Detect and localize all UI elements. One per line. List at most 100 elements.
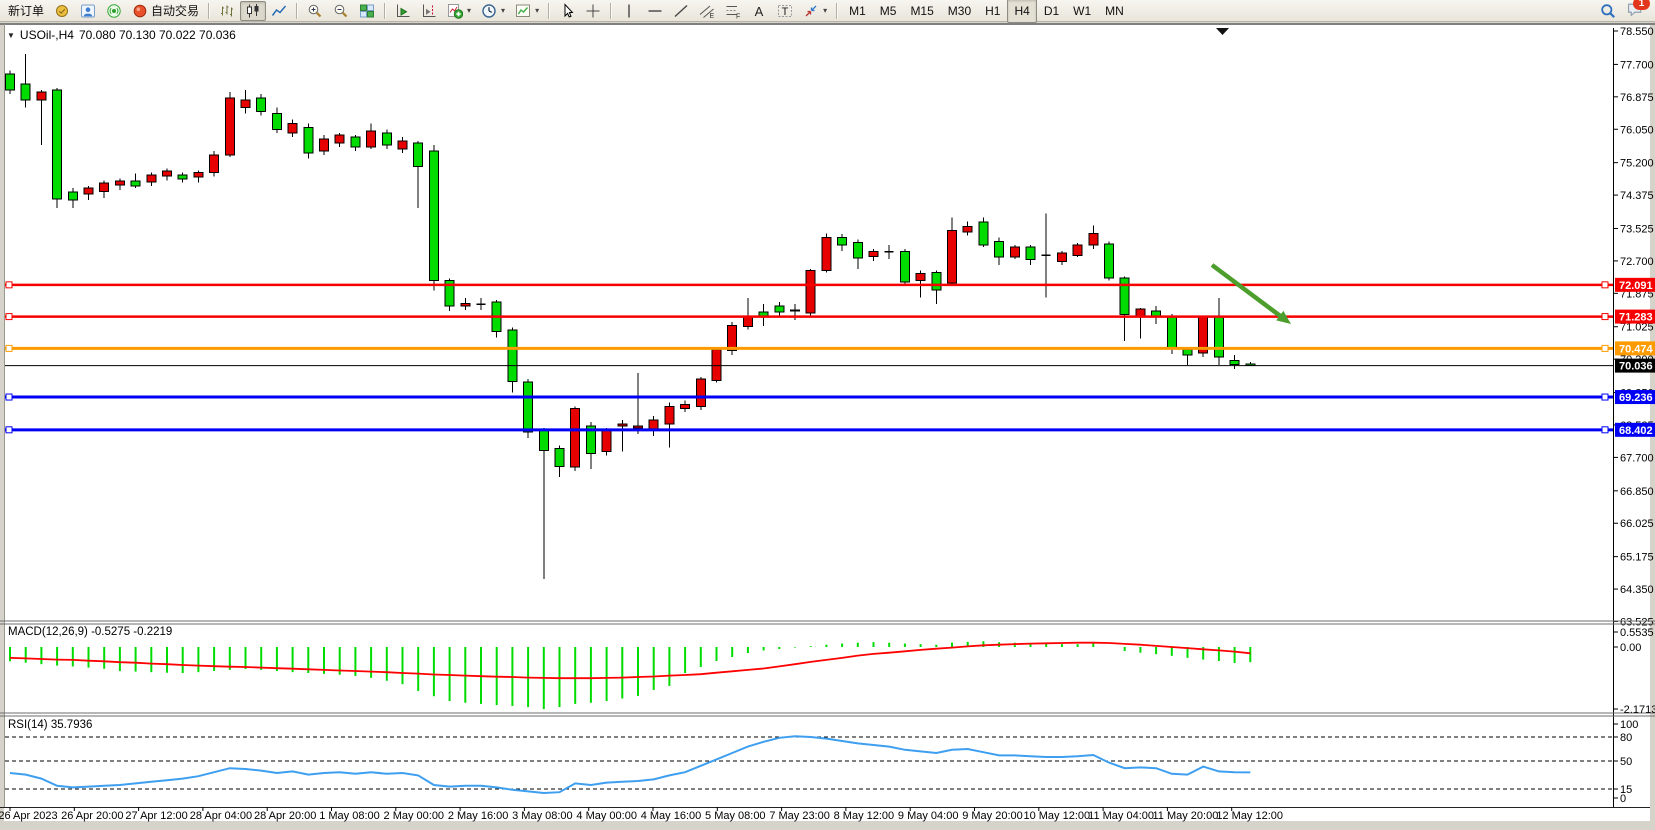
horizontal-line-object[interactable]: 72.091 (5, 278, 1655, 292)
cursor-icon (559, 3, 575, 19)
autotrading-button-label: 自动交易 (151, 2, 199, 19)
svg-text:27 Apr 12:00: 27 Apr 12:00 (125, 810, 187, 822)
auto-scroll-button[interactable] (390, 1, 416, 21)
timeframe-w1-button[interactable]: W1 (1066, 0, 1098, 23)
new-order-button[interactable]: 新订单 (3, 1, 49, 21)
autotrade-icon (132, 3, 148, 19)
svg-text:80: 80 (1620, 732, 1632, 744)
text-button[interactable]: A (746, 1, 772, 21)
svg-text:66.850: 66.850 (1620, 486, 1654, 498)
fibo-icon: F (725, 3, 741, 19)
symbol-menu-icon[interactable]: ▼ (7, 31, 15, 40)
timeframe-h4-button[interactable]: H4 (1007, 0, 1036, 23)
zoom-in-icon (307, 3, 323, 19)
toolbar-separator (548, 3, 550, 19)
zoom-in-button[interactable] (302, 1, 328, 21)
signal-button[interactable] (101, 1, 127, 21)
profile-icon (80, 3, 96, 19)
vertical-line-button[interactable] (616, 1, 642, 21)
svg-text:8 May 12:00: 8 May 12:00 (834, 810, 895, 822)
text-label-button[interactable]: T (772, 1, 798, 21)
toolbar-separator (384, 3, 386, 19)
tiles-icon (359, 3, 375, 19)
clock-icon (481, 3, 497, 19)
autotrading-button[interactable]: 自动交易 (127, 1, 204, 21)
svg-text:E: E (710, 13, 715, 19)
template-icon (515, 3, 531, 19)
timeframe-d1-button[interactable]: D1 (1037, 0, 1066, 23)
svg-text:66.025: 66.025 (1620, 518, 1654, 530)
svg-text:7 May 23:00: 7 May 23:00 (769, 810, 830, 822)
svg-text:28 Apr 04:00: 28 Apr 04:00 (190, 810, 252, 822)
timeframe-mn-button[interactable]: MN (1098, 0, 1131, 23)
toolbar-separator (296, 3, 298, 19)
new-order-button-label: 新订单 (8, 2, 44, 19)
search-button[interactable] (1595, 1, 1621, 21)
cursor-button[interactable] (554, 1, 580, 21)
templates-button[interactable]: ▾ (510, 1, 544, 21)
chart-canvas[interactable]: 78.55077.70076.87576.05075.20074.37573.5… (0, 24, 1655, 825)
horizontal-line-object[interactable]: 70.474 (5, 341, 1655, 355)
rsi-line (10, 736, 1250, 793)
zoom-out-icon (333, 3, 349, 19)
equidistant-channel-button[interactable]: E (694, 1, 720, 21)
svg-text:A: A (755, 4, 764, 19)
vline-icon (621, 3, 637, 19)
chart-shift-marker[interactable] (1216, 28, 1229, 35)
svg-text:28 Apr 20:00: 28 Apr 20:00 (254, 810, 316, 822)
periods-button[interactable]: ▾ (476, 1, 510, 21)
timeframe-h1-button[interactable]: H1 (978, 0, 1007, 23)
horizontal-line-object[interactable]: 70.036 (5, 359, 1655, 373)
bar-chart-button[interactable] (214, 1, 240, 21)
horizontal-line-object[interactable]: 69.236 (5, 390, 1655, 404)
svg-text:0: 0 (1620, 793, 1626, 805)
line-chart-button[interactable] (266, 1, 292, 21)
trendline-icon (673, 3, 689, 19)
svg-text:4 May 16:00: 4 May 16:00 (641, 810, 702, 822)
timeframe-m5-button[interactable]: M5 (873, 0, 904, 23)
gold-seal-button[interactable] (49, 1, 75, 21)
shapes-icon (803, 3, 819, 19)
chart-title-ohlc: 70.080 70.130 70.022 70.036 (79, 28, 236, 42)
svg-text:26 Apr 20:00: 26 Apr 20:00 (61, 810, 123, 822)
trendline-button[interactable] (668, 1, 694, 21)
profile-button[interactable] (75, 1, 101, 21)
fibonacci-button[interactable]: F (720, 1, 746, 21)
horizontal-line-button[interactable] (642, 1, 668, 21)
candlestick-chart-button[interactable] (240, 1, 266, 21)
svg-text:1 May 08:00: 1 May 08:00 (319, 810, 380, 822)
timeframe-m15-button[interactable]: M15 (903, 0, 940, 23)
horizontal-line-object[interactable]: 71.283 (5, 310, 1655, 324)
svg-text:70.036: 70.036 (1619, 361, 1653, 373)
labelT-icon: T (777, 3, 793, 19)
svg-text:-2.1713: -2.1713 (1620, 704, 1655, 716)
crosshair-button[interactable] (580, 1, 606, 21)
svg-text:70.474: 70.474 (1619, 343, 1654, 355)
svg-text:68.402: 68.402 (1619, 425, 1653, 437)
main-toolbar: 新订单自动交易▾▾▾EFAT▾M1M5M15M30H1H4D1W1MN 1 (0, 0, 1655, 22)
zoom-out-button[interactable] (328, 1, 354, 21)
svg-text:67.700: 67.700 (1620, 452, 1654, 464)
bars-icon (219, 3, 235, 19)
chart-title-symbol: USOil-,H4 (20, 28, 74, 42)
svg-text:11 May 04:00: 11 May 04:00 (1088, 810, 1154, 822)
horizontal-line-object[interactable]: 68.402 (5, 423, 1655, 437)
trend-arrow-annotation[interactable] (1212, 265, 1291, 324)
hline-icon (647, 3, 663, 19)
svg-text:9 May 04:00: 9 May 04:00 (898, 810, 959, 822)
toolbar-separator (836, 3, 838, 19)
shapes-button[interactable]: ▾ (798, 1, 832, 21)
timeframe-m1-button[interactable]: M1 (842, 0, 873, 23)
time-axis[interactable]: 26 Apr 202326 Apr 20:0027 Apr 12:0028 Ap… (0, 807, 1283, 822)
svg-text:77.700: 77.700 (1620, 59, 1654, 71)
price-axis[interactable]: 78.55077.70076.87576.05075.20074.37573.5… (1613, 26, 1654, 628)
tile-windows-button[interactable] (354, 1, 380, 21)
timeframe-m30-button[interactable]: M30 (941, 0, 978, 23)
notifications-button[interactable]: 1 (1627, 1, 1644, 21)
svg-text:72.091: 72.091 (1619, 280, 1653, 292)
chart-shift-button[interactable] (416, 1, 442, 21)
toolbar-separator (610, 3, 612, 19)
indicators-button[interactable]: ▾ (442, 1, 476, 21)
svg-text:65.175: 65.175 (1620, 552, 1654, 564)
dropdown-arrow-icon: ▾ (535, 6, 539, 15)
